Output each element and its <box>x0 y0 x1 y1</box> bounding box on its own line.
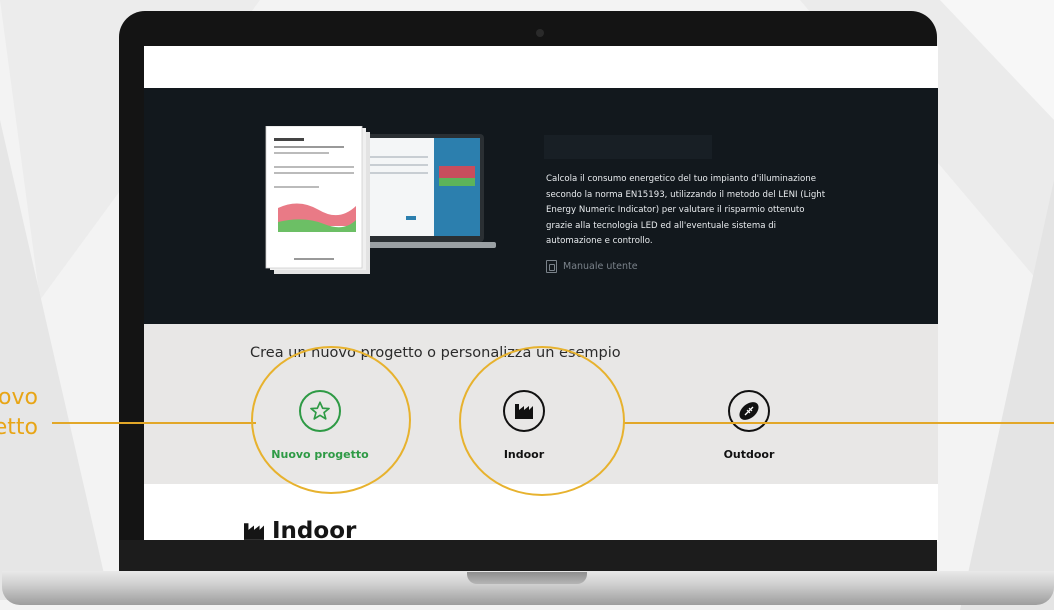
pdf-icon <box>546 260 557 273</box>
callout-text: Nuovo progetto <box>0 383 38 443</box>
factory-icon <box>244 523 264 540</box>
callout-line-1: Nuovo <box>0 385 38 410</box>
new-project-highlight <box>251 346 411 494</box>
hero-description: Calcola il consumo energetico del tuo im… <box>546 174 826 246</box>
user-manual-link[interactable]: Manuale utente <box>546 260 638 273</box>
indoor-title-text: Indoor <box>272 518 357 542</box>
top-navigation <box>144 46 938 88</box>
outdoor-button[interactable]: Outdoor <box>684 390 814 461</box>
callout-line-left <box>52 422 256 424</box>
hero-title-placeholder <box>544 135 712 159</box>
football-icon <box>728 390 770 432</box>
callout-line-right <box>624 422 1054 424</box>
indoor-section-title: Indoor <box>242 518 356 542</box>
camera-icon <box>536 29 544 37</box>
user-manual-label: Manuale utente <box>563 261 638 272</box>
laptop-notch <box>467 572 587 584</box>
callout-line-2: progetto <box>0 415 38 440</box>
laptop-bottom-bezel <box>119 540 937 572</box>
report-preview-image <box>265 126 496 274</box>
hero-banner: Calcola il consumo energetico del tuo im… <box>144 88 938 324</box>
outdoor-label: Outdoor <box>723 448 775 461</box>
indoor-highlight <box>459 346 625 496</box>
